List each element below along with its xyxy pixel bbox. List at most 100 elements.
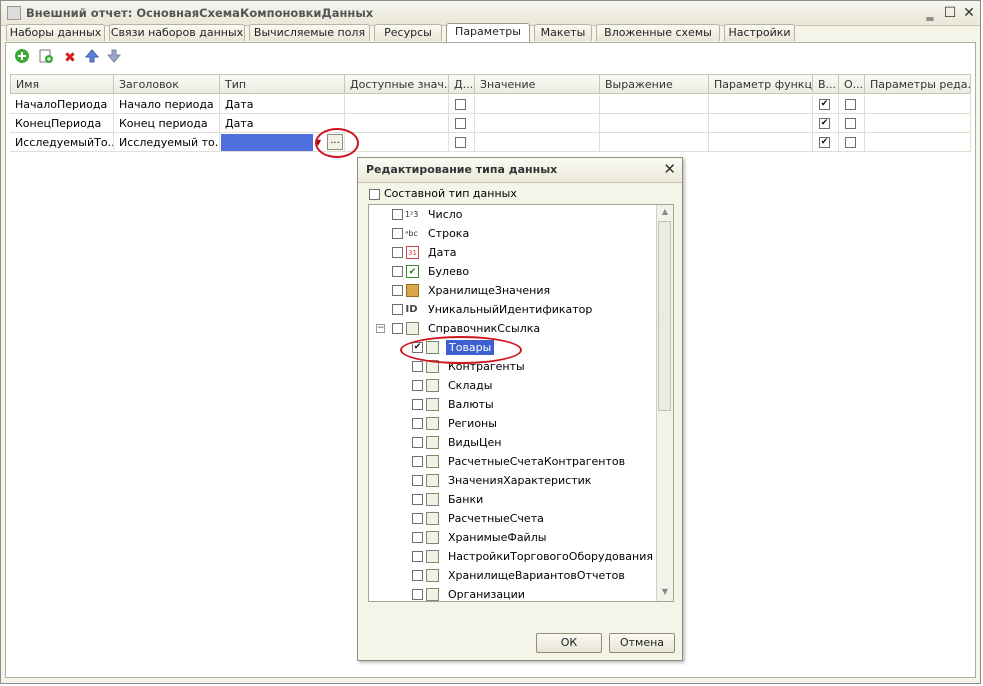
tab-calculated-fields[interactable]: Вычисляемые поля	[249, 24, 370, 41]
tree-checkbox[interactable]	[412, 513, 423, 524]
add-icon[interactable]	[12, 48, 32, 68]
tree-checkbox[interactable]	[412, 380, 423, 391]
tree-checkbox[interactable]	[412, 456, 423, 467]
move-up-icon[interactable]	[82, 48, 102, 68]
tab-settings[interactable]: Настройки	[724, 24, 795, 41]
row-checkbox-d[interactable]	[455, 137, 466, 148]
cell-function-parameter[interactable]	[709, 133, 813, 152]
cell-function-parameter[interactable]	[709, 95, 813, 114]
tree-checkbox[interactable]	[412, 399, 423, 410]
row-checkbox-o[interactable]	[845, 118, 856, 129]
ok-button[interactable]: ОК	[536, 633, 602, 653]
catalog-icon	[426, 417, 439, 430]
tree-checkbox[interactable]	[412, 418, 423, 429]
tree-checkbox[interactable]	[412, 589, 423, 600]
row-checkbox-v[interactable]	[819, 137, 830, 148]
cell-value[interactable]	[475, 114, 600, 133]
column-header-available-values[interactable]: Доступные знач...	[345, 74, 449, 94]
cell-edit-parameters[interactable]	[865, 95, 971, 114]
calendar-icon: 31	[406, 246, 419, 259]
type-cell-editor[interactable]	[221, 134, 313, 151]
cell-caption[interactable]: Исследуемый то...	[114, 133, 220, 152]
column-header-expression[interactable]: Выражение	[600, 74, 709, 94]
tree-checkbox[interactable]	[392, 228, 403, 239]
catalog-icon	[426, 379, 439, 392]
tree-scrollbar[interactable]: ▲ ⋮ ▼	[656, 205, 673, 601]
tree-checkbox[interactable]	[412, 361, 423, 372]
row-checkbox-d[interactable]	[455, 99, 466, 110]
tree-checkbox[interactable]	[392, 247, 403, 258]
cell-type[interactable]: Дата	[220, 95, 345, 114]
dialog-close-icon[interactable]: ✕	[663, 160, 676, 178]
row-checkbox-o[interactable]	[845, 99, 856, 110]
row-checkbox-v[interactable]	[819, 118, 830, 129]
tab-templates[interactable]: Макеты	[534, 24, 592, 41]
copy-icon[interactable]	[36, 48, 56, 68]
cell-expression[interactable]	[600, 95, 709, 114]
row-checkbox-v[interactable]	[819, 99, 830, 110]
highlight-circle-item	[400, 336, 522, 364]
tree-checkbox[interactable]	[392, 304, 403, 315]
column-header-edit-parameters[interactable]: Параметры реда...	[865, 74, 971, 94]
cell-edit-parameters[interactable]	[865, 114, 971, 133]
cell-expression[interactable]	[600, 114, 709, 133]
tree-item-label: Склады	[448, 379, 493, 392]
composite-type-checkbox[interactable]	[369, 189, 380, 200]
column-header-name[interactable]: Имя	[10, 74, 114, 94]
tree-checkbox[interactable]	[412, 437, 423, 448]
tab-data-set-links[interactable]: Связи наборов данных	[109, 24, 245, 41]
type-edit-dialog: Редактирование типа данных ✕ Составной т…	[357, 157, 683, 661]
tab-parameters[interactable]: Параметры	[446, 23, 530, 42]
cell-name[interactable]: ИсследуемыйТо...	[10, 133, 114, 152]
tree-checkbox[interactable]	[412, 475, 423, 486]
scroll-down-icon[interactable]: ▼	[659, 587, 671, 599]
column-header-v[interactable]: В...	[813, 74, 839, 94]
row-checkbox-d[interactable]	[455, 118, 466, 129]
tab-resources[interactable]: Ресурсы	[374, 24, 442, 41]
dialog-title: Редактирование типа данных	[366, 163, 558, 176]
cell-available-values[interactable]	[345, 133, 449, 152]
column-header-o[interactable]: О...	[839, 74, 865, 94]
cell-available-values[interactable]	[345, 95, 449, 114]
catalog-icon	[426, 550, 439, 563]
tab-data-sets[interactable]: Наборы данных	[6, 24, 105, 41]
cell-value[interactable]	[475, 95, 600, 114]
cell-name[interactable]: НачалоПериода	[10, 95, 114, 114]
column-header-value[interactable]: Значение	[475, 74, 600, 94]
cancel-button[interactable]: Отмена	[609, 633, 675, 653]
cell-edit-parameters[interactable]	[865, 133, 971, 152]
cell-name[interactable]: КонецПериода	[10, 114, 114, 133]
tree-checkbox[interactable]	[392, 266, 403, 277]
maximize-icon[interactable]: ☐	[941, 4, 959, 22]
collapse-icon[interactable]: −	[376, 324, 385, 333]
column-header-type[interactable]: Тип	[220, 74, 345, 94]
tree-checkbox[interactable]	[392, 323, 403, 334]
close-icon[interactable]: ✕	[960, 4, 978, 22]
tree-checkbox[interactable]	[412, 494, 423, 505]
delete-icon[interactable]: ✖	[60, 48, 80, 68]
cell-value[interactable]	[475, 133, 600, 152]
column-header-function-parameter[interactable]: Параметр функц...	[709, 74, 813, 94]
scroll-up-icon[interactable]: ▲	[659, 207, 671, 219]
cell-expression[interactable]	[600, 133, 709, 152]
tree-checkbox[interactable]	[392, 209, 403, 220]
tree-checkbox[interactable]	[412, 532, 423, 543]
tree-checkbox[interactable]	[392, 285, 403, 296]
column-header-caption[interactable]: Заголовок	[114, 74, 220, 94]
tree-item-label: РасчетныеСчетаКонтрагентов	[448, 455, 626, 468]
cell-caption[interactable]: Начало периода	[114, 95, 220, 114]
minimize-icon[interactable]: ‗	[921, 4, 939, 22]
storage-icon	[406, 284, 419, 297]
cell-caption[interactable]: Конец периода	[114, 114, 220, 133]
column-header-d[interactable]: Д...	[449, 74, 475, 94]
catalog-icon	[426, 569, 439, 582]
type-tree: 1²3 Число ᵃbc Строка 31 Дата ✔ Булево Хр…	[368, 204, 674, 602]
tab-nested-schemas[interactable]: Вложенные схемы	[596, 24, 720, 41]
tree-item-label: ХранилищеВариантовОтчетов	[448, 569, 625, 582]
cell-function-parameter[interactable]	[709, 114, 813, 133]
tree-checkbox[interactable]	[412, 570, 423, 581]
tree-checkbox[interactable]	[412, 551, 423, 562]
cell-available-values[interactable]	[345, 114, 449, 133]
move-down-icon[interactable]	[104, 48, 124, 68]
row-checkbox-o[interactable]	[845, 137, 856, 148]
